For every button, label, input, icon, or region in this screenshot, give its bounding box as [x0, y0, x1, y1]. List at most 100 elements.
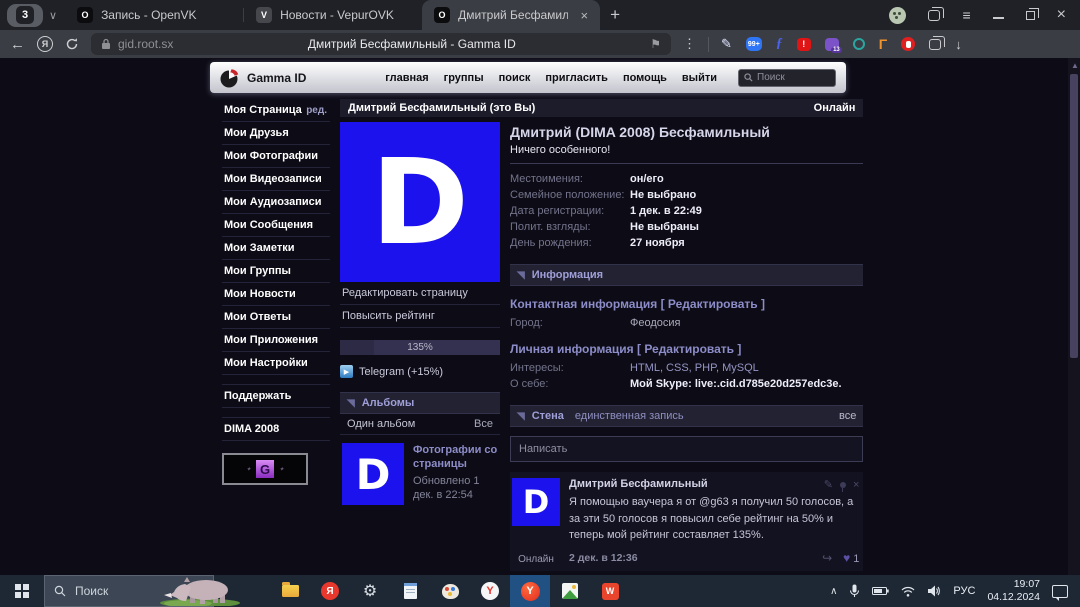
sidebar-item-nickname[interactable]: DIMA 2008	[222, 417, 330, 441]
nav-logout[interactable]: выйти	[682, 72, 717, 84]
browser-tab-1[interactable]: O Запись - OpenVK	[65, 0, 243, 30]
start-button[interactable]	[0, 575, 44, 607]
sidebar-item-news[interactable]: Мои Новости	[222, 283, 330, 306]
taskbar-yandex-start[interactable]: Y	[470, 575, 510, 607]
site-logo-text[interactable]: Gamma ID	[247, 71, 306, 85]
more-options-icon[interactable]: ⋮	[683, 36, 696, 52]
sidebar-item-audio[interactable]: Мои Аудиозаписи	[222, 191, 330, 214]
delete-post-icon[interactable]: ×	[853, 479, 859, 491]
scroll-up-icon[interactable]: ▲	[1071, 61, 1079, 70]
sidebar-item-videos[interactable]: Мои Видеозаписи	[222, 168, 330, 191]
edit-page-link[interactable]: Редактировать страницу	[340, 282, 500, 305]
wifi-icon[interactable]	[901, 586, 915, 597]
sidebar-item-answers[interactable]: Мои Ответы	[222, 306, 330, 329]
site-search-input[interactable]: Поиск	[738, 69, 836, 87]
album-thumbnail[interactable]: D	[342, 443, 404, 505]
battery-icon[interactable]	[872, 586, 889, 596]
wall-section-header[interactable]: ◥ Стена единственная запись все	[510, 405, 863, 427]
contact-edit-link[interactable]: [ Редактировать ]	[661, 297, 765, 311]
gamma-extension-icon[interactable]: Γ	[879, 36, 887, 52]
language-indicator[interactable]: РУС	[953, 585, 975, 597]
personal-edit-link[interactable]: [ Редактировать ]	[637, 342, 741, 356]
taskbar-yandex-browser-active[interactable]: Y	[510, 575, 550, 607]
taskbar-wordpad[interactable]: W	[590, 575, 630, 607]
gamma-logo-icon[interactable]	[220, 68, 240, 88]
browser-tab-2[interactable]: V Новости - VepurOVK	[244, 0, 422, 30]
album-title-link[interactable]: Фотографии со страницы	[413, 443, 500, 472]
wall-write-input[interactable]: Написать	[510, 436, 863, 462]
taskbar-photos[interactable]	[550, 575, 590, 607]
post-author-avatar[interactable]: D	[512, 478, 560, 526]
download-icon[interactable]: ↓	[955, 37, 962, 52]
sidebar-item-messages[interactable]: Мои Сообщения	[222, 214, 330, 237]
chevron-down-icon[interactable]: ∨	[49, 9, 57, 22]
tab-counter[interactable]: 3 ∨	[7, 4, 65, 27]
sidebar-item-settings[interactable]: Мои Настройки	[222, 352, 330, 375]
nav-groups[interactable]: группы	[444, 72, 484, 84]
microphone-icon[interactable]	[849, 584, 860, 598]
tray-expand-icon[interactable]: ∧	[830, 586, 837, 597]
volume-icon[interactable]	[927, 585, 941, 597]
notification-center-icon[interactable]	[1052, 585, 1068, 598]
taskbar-paint[interactable]	[430, 575, 470, 607]
address-bar[interactable]: gid.root.sx Дмитрий Бесфамильный - Gamma…	[91, 33, 671, 55]
reload-icon[interactable]	[65, 37, 79, 51]
restore-window-button[interactable]	[1026, 11, 1035, 20]
nav-home[interactable]: главная	[385, 72, 428, 84]
adblock-extension-icon[interactable]	[901, 37, 915, 51]
album-item[interactable]: D Фотографии со страницы Обновлено 1 дек…	[340, 435, 500, 505]
boost-rating-link[interactable]: Повысить рейтинг	[340, 305, 500, 328]
new-tab-button[interactable]: +	[610, 5, 620, 25]
taskbar-notepad[interactable]	[390, 575, 430, 607]
minimize-button[interactable]	[993, 17, 1004, 19]
close-tab-icon[interactable]: ×	[580, 8, 588, 23]
tab-groups-icon[interactable]	[929, 39, 941, 50]
sidebar-item-my-page[interactable]: Моя Страница ред.	[222, 99, 330, 122]
tab-panel-icon[interactable]	[928, 10, 940, 21]
sidebar-item-groups[interactable]: Мои Группы	[222, 260, 330, 283]
bookmark-icon[interactable]: ⚑	[650, 37, 661, 51]
yandex-home-icon[interactable]: Я	[37, 36, 53, 52]
taskbar-yandex-app[interactable]: Я	[310, 575, 350, 607]
sidebar-item-apps[interactable]: Мои Приложения	[222, 329, 330, 352]
close-window-button[interactable]: ×	[1057, 6, 1066, 24]
wall-all-link[interactable]: все	[839, 410, 856, 422]
purple-extension-icon[interactable]: 13	[825, 38, 839, 51]
sidebar-item-support[interactable]: Поддержать	[222, 384, 330, 408]
nav-help[interactable]: помощь	[623, 72, 667, 84]
taskbar-settings[interactable]: ⚙	[350, 575, 390, 607]
profile-status-text[interactable]: Ничего особенного!	[510, 144, 863, 156]
telegram-link[interactable]: ▶ Telegram (+15%)	[340, 365, 500, 378]
taskbar-file-explorer[interactable]	[270, 575, 310, 607]
ring-extension-icon[interactable]	[853, 38, 865, 50]
scrollbar-thumb[interactable]	[1070, 74, 1078, 358]
taskbar-clock[interactable]: 19:07 04.12.2024	[987, 578, 1040, 604]
sidebar-edit-link[interactable]: ред.	[306, 105, 327, 116]
albums-all-link[interactable]: Все	[474, 418, 493, 430]
nav-search[interactable]: поиск	[499, 72, 531, 84]
sidebar-banner[interactable]: ✦ G ✦	[222, 453, 308, 485]
albums-section-header[interactable]: ◥ Альбомы	[340, 392, 500, 414]
pin-post-icon[interactable]	[840, 482, 846, 488]
sidebar-item-notes[interactable]: Мои Заметки	[222, 237, 330, 260]
info-section-header[interactable]: ◥ Информация	[510, 264, 863, 286]
back-icon[interactable]: ←	[10, 36, 25, 53]
pipette-extension-icon[interactable]: ✎	[721, 36, 732, 52]
profile-avatar[interactable]: D	[340, 122, 500, 282]
repost-icon[interactable]: ↪	[822, 551, 832, 565]
sidebar-item-photos[interactable]: Мои Фотографии	[222, 145, 330, 168]
browser-scrollbar[interactable]: ▲	[1068, 58, 1080, 575]
function-extension-icon[interactable]: ƒ	[776, 36, 783, 52]
browser-menu-icon[interactable]: ≡	[962, 7, 970, 23]
like-icon[interactable]: ♥	[843, 551, 850, 565]
browser-profile-avatar[interactable]	[889, 7, 906, 24]
interests-links[interactable]: HTML, CSS, PHP, MySQL	[630, 362, 759, 374]
post-date-link[interactable]: 2 дек. в 12:36	[569, 552, 638, 564]
chat-extension-icon[interactable]: 99+	[746, 37, 762, 51]
browser-tab-active[interactable]: O Дмитрий Бесфамильнь ×	[422, 0, 600, 30]
post-author-link[interactable]: Дмитрий Бесфамильный	[569, 478, 708, 490]
edit-post-icon[interactable]: ✎	[824, 478, 833, 491]
nav-invite[interactable]: пригласить	[545, 72, 608, 84]
red-extension-icon[interactable]: !	[797, 38, 811, 51]
sidebar-item-friends[interactable]: Мои Друзья	[222, 122, 330, 145]
